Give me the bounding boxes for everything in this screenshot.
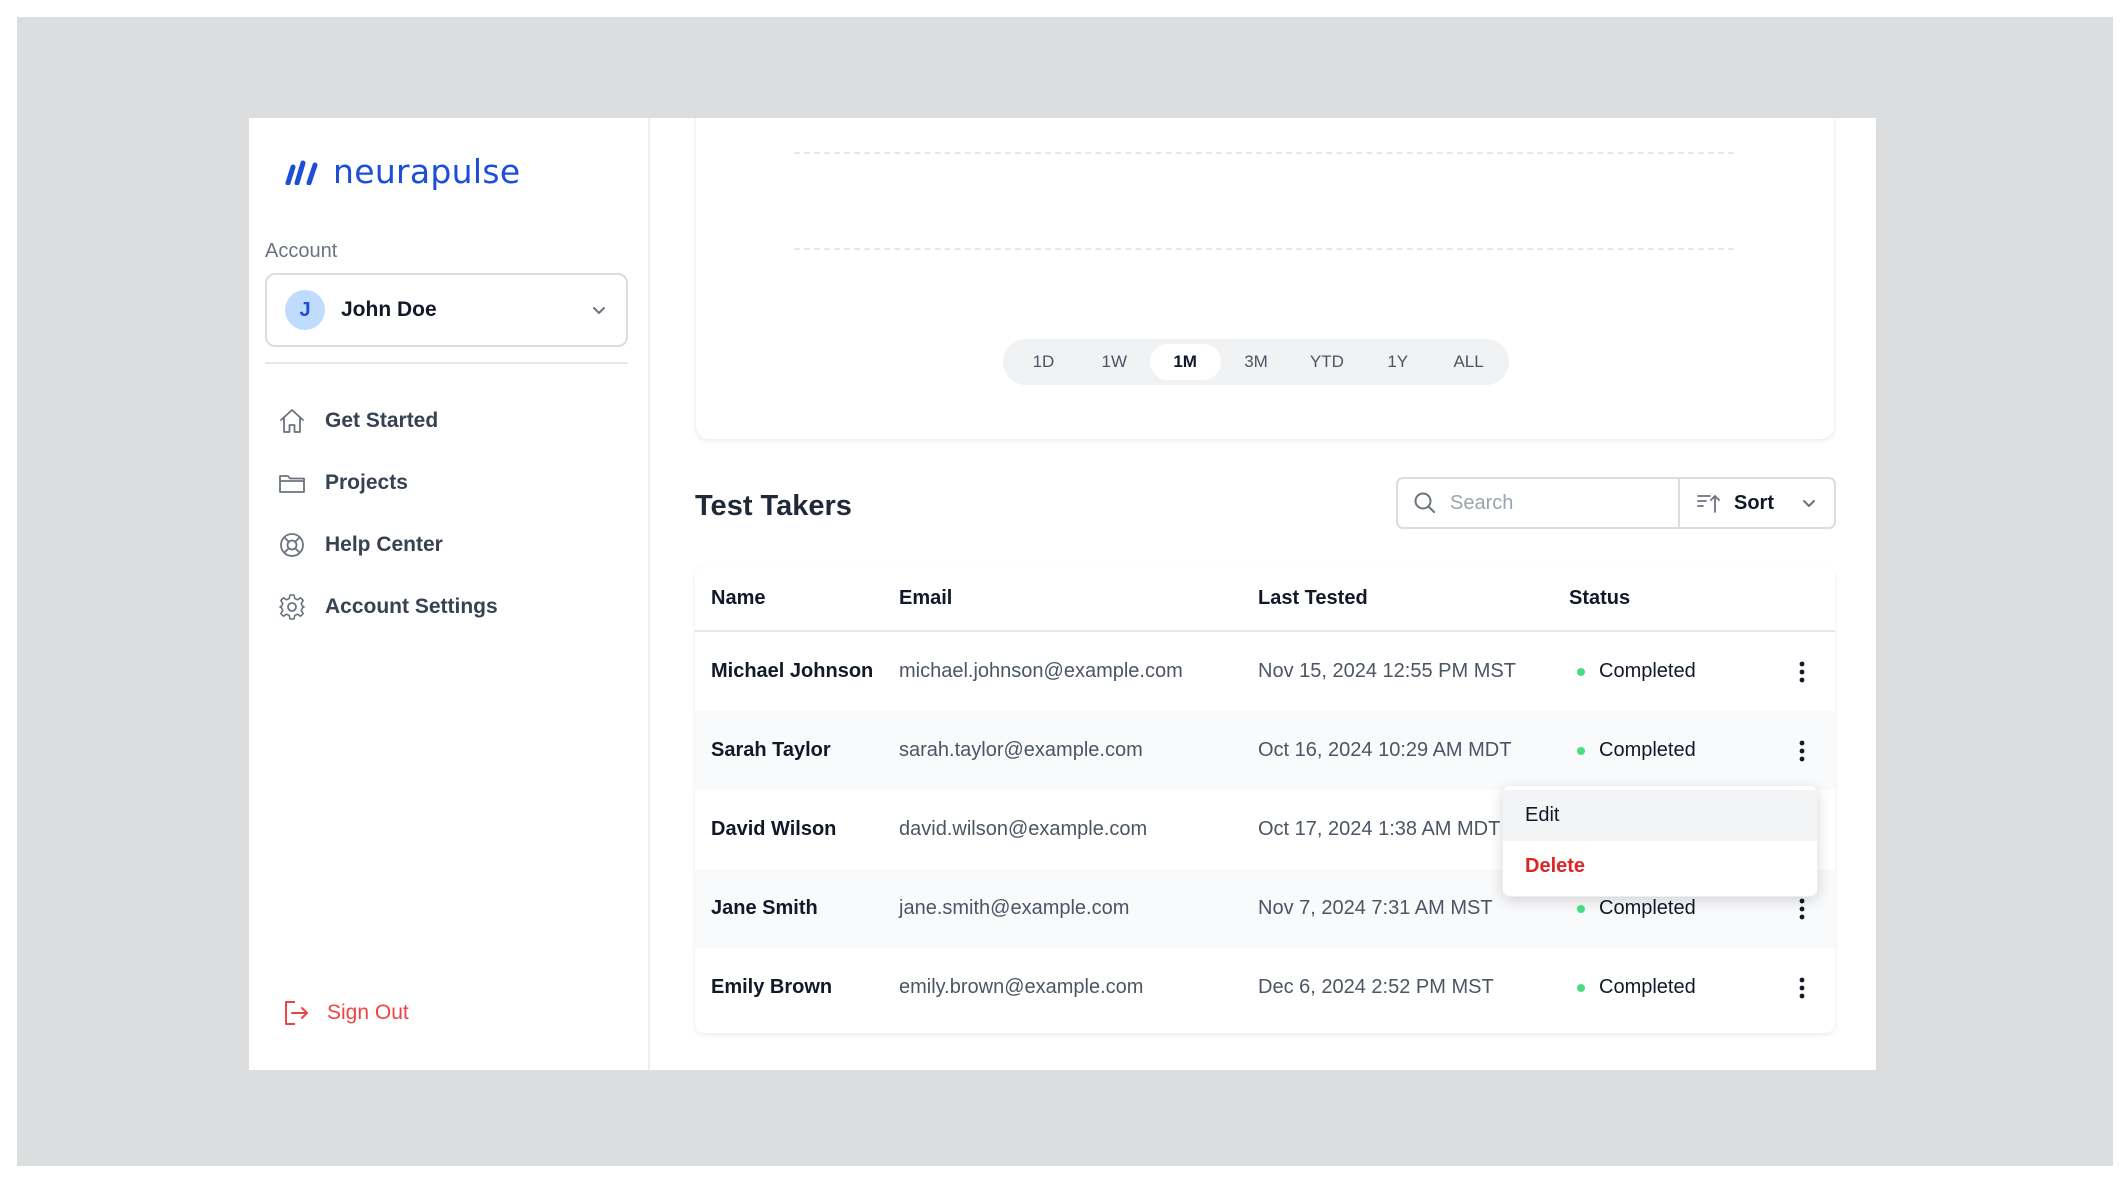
home-icon [280, 409, 304, 433]
sort-label: Sort [1734, 491, 1774, 514]
sort-icon [1697, 495, 1720, 513]
cell-last-tested: Oct 16, 2024 10:29 AM MDT [1258, 739, 1512, 761]
search-input[interactable] [1450, 491, 1650, 515]
cell-last-tested: Nov 7, 2024 7:31 AM MST [1258, 897, 1493, 919]
section-title: Test Takers [695, 490, 852, 522]
logo-mark-icon [285, 160, 318, 185]
cell-email: david.wilson@example.com [899, 818, 1148, 840]
status-badge: Completed [1599, 739, 1696, 761]
cell-name: Michael Johnson [711, 660, 874, 682]
chart-card: 1D 1W 1M 3M YTD 1Y ALL [695, 118, 1835, 440]
brand-name: neurapulse [333, 152, 521, 191]
brand-logo[interactable]: neurapulse [285, 152, 520, 191]
status-badge: Completed [1599, 897, 1696, 919]
cell-last-tested: Dec 6, 2024 2:52 PM MST [1258, 976, 1494, 998]
sidebar-item-label: Projects [325, 471, 408, 494]
avatar: J [285, 290, 325, 330]
cell-last-tested: Oct 17, 2024 1:38 AM MDT [1258, 818, 1501, 840]
sidebar-item-projects[interactable]: Projects [277, 452, 627, 514]
range-3m-button[interactable]: 3M [1221, 344, 1292, 380]
lifebuoy-icon [280, 533, 304, 557]
chevron-down-icon [1803, 500, 1815, 507]
status-dot-icon [1577, 904, 1585, 913]
range-1y-button[interactable]: 1Y [1362, 344, 1433, 380]
range-1m-button[interactable]: 1M [1149, 344, 1221, 380]
range-all-button[interactable]: ALL [1433, 344, 1504, 380]
cell-email: sarah.taylor@example.com [899, 739, 1143, 761]
row-actions-button[interactable] [1788, 654, 1816, 690]
table-row[interactable]: Sarah Taylor sarah.taylor@example.com Oct … [695, 711, 1835, 790]
delete-menu-item[interactable]: Delete [1503, 841, 1817, 892]
row-actions-button[interactable] [1788, 970, 1816, 1006]
cell-last-tested: Nov 15, 2024 12:55 PM MST [1258, 660, 1516, 682]
table-header: Name Email Last Tested Status [695, 566, 1835, 632]
sidebar-item-account-settings[interactable]: Account Settings [277, 576, 627, 638]
search-box [1398, 479, 1680, 527]
kebab-menu-icon [1799, 661, 1805, 682]
table-row[interactable]: Emily Brown emily.brown@example.com Dec 6,… [695, 948, 1835, 1027]
cell-email: emily.brown@example.com [899, 976, 1144, 998]
column-header-email[interactable]: Email [899, 587, 1258, 610]
sidebar-item-label: Help Center [325, 533, 443, 556]
row-actions-button[interactable] [1788, 733, 1816, 769]
column-header-last-tested[interactable]: Last Tested [1258, 587, 1569, 610]
range-ytd-button[interactable]: YTD [1291, 344, 1362, 380]
cell-name: Jane Smith [711, 897, 818, 919]
chart-gridline [794, 248, 1734, 250]
row-action-menu: Edit Delete [1502, 785, 1818, 897]
account-switcher[interactable]: J John Doe [265, 273, 628, 347]
sign-out-button[interactable]: Sign Out [281, 998, 409, 1028]
status-badge: Completed [1599, 976, 1696, 998]
sign-out-label: Sign Out [327, 1001, 409, 1024]
edit-menu-item[interactable]: Edit [1503, 790, 1817, 841]
sidebar-item-label: Get Started [325, 409, 439, 432]
app-window: neurapulse Account J John Doe Get Starte… [249, 118, 1876, 1070]
main-content: 1D 1W 1M 3M YTD 1Y ALL Test Takers Searc… [650, 118, 1876, 1070]
range-1w-button[interactable]: 1W [1079, 344, 1150, 380]
cell-name: David Wilson [711, 818, 837, 840]
cell-email: jane.smith@example.com [899, 897, 1130, 919]
time-range-selector: 1D 1W 1M 3M YTD 1Y ALL [1003, 339, 1509, 385]
cell-name: Emily Brown [711, 976, 833, 998]
column-header-status[interactable]: Status [1569, 587, 1769, 610]
status-badge: Completed [1599, 660, 1696, 682]
kebab-menu-icon [1799, 898, 1805, 919]
sidebar-nav: Get Started Projects Help Center Account… [277, 390, 627, 638]
status-dot-icon [1577, 746, 1585, 755]
table-row[interactable]: Michael Johnson michael.johnson@example.c… [695, 632, 1835, 711]
folder-icon [279, 475, 305, 493]
sidebar-item-help-center[interactable]: Help Center [277, 514, 627, 576]
status-dot-icon [1577, 667, 1585, 676]
sort-button[interactable]: Sort [1680, 479, 1834, 527]
chart-gridline [794, 152, 1734, 154]
kebab-menu-icon [1799, 740, 1805, 761]
sidebar: neurapulse Account J John Doe Get Starte… [249, 118, 650, 1070]
chevron-down-icon [593, 307, 605, 314]
sidebar-divider [265, 362, 628, 364]
range-1d-button[interactable]: 1D [1008, 344, 1079, 380]
sign-out-icon [285, 1001, 308, 1025]
status-dot-icon [1577, 983, 1585, 992]
sidebar-item-get-started[interactable]: Get Started [277, 390, 627, 452]
column-header-name[interactable]: Name [695, 587, 899, 610]
account-name: John Doe [341, 298, 437, 321]
search-icon [1414, 492, 1435, 513]
cell-name: Sarah Taylor [711, 739, 831, 761]
cell-email: michael.johnson@example.com [899, 660, 1183, 682]
search-sort-bar: Sort [1396, 477, 1836, 529]
sidebar-item-label: Account Settings [325, 595, 498, 618]
kebab-menu-icon [1799, 977, 1805, 998]
account-label: Account [265, 240, 338, 262]
gear-icon [279, 594, 305, 620]
